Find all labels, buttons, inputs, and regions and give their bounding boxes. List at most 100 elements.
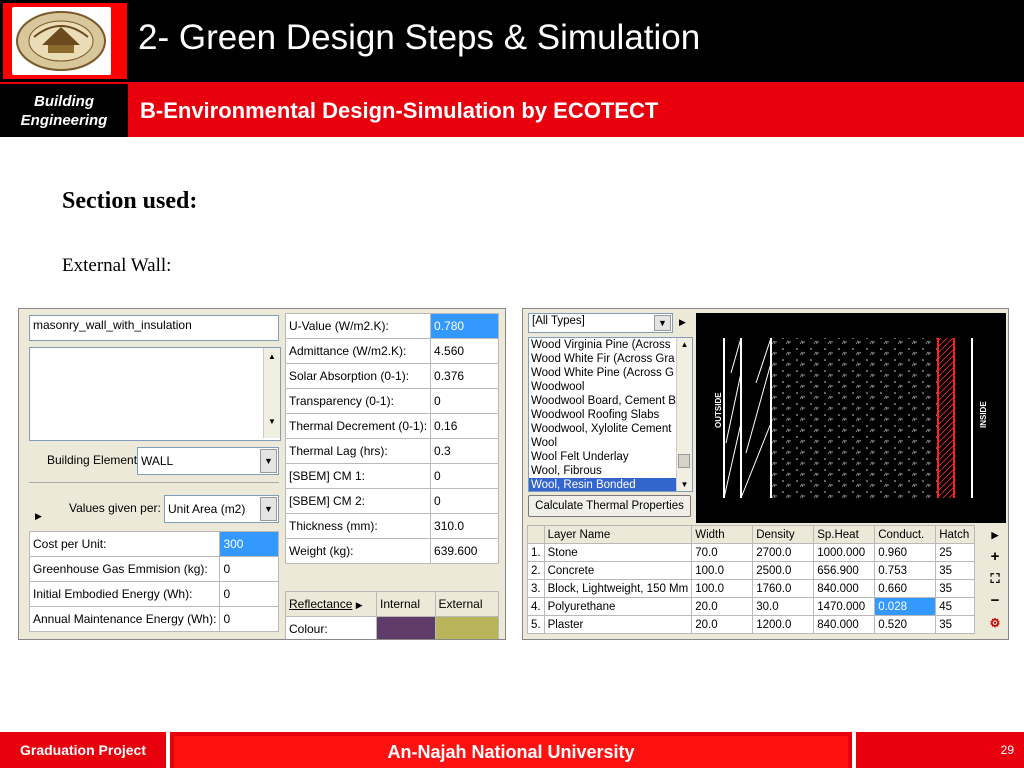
- list-item-selected[interactable]: Wool, Resin Bonded: [529, 478, 676, 491]
- column-header[interactable]: Density: [752, 525, 815, 544]
- layer-density[interactable]: 2700.0: [752, 543, 815, 562]
- property-value[interactable]: 0.376: [430, 363, 499, 389]
- table-row[interactable]: 1. Stone 70.0 2700.0 1000.000 0.960 25: [527, 543, 976, 562]
- cost-value[interactable]: 300: [219, 531, 279, 557]
- expand-icon[interactable]: ⛶: [987, 571, 1003, 587]
- section-heading: Section used:: [62, 188, 198, 214]
- description-scrollbar[interactable]: ▲ ▼: [263, 348, 280, 438]
- property-value[interactable]: 0.16: [430, 413, 499, 439]
- property-value[interactable]: 0.3: [430, 438, 499, 464]
- layer-hatch[interactable]: 35: [935, 615, 976, 634]
- scroll-down-icon[interactable]: ▼: [264, 417, 280, 426]
- property-value[interactable]: 0: [430, 388, 499, 414]
- layer-conduct[interactable]: 0.028: [874, 597, 937, 616]
- layer-name[interactable]: Concrete: [543, 561, 693, 580]
- table-row[interactable]: 3. Block, Lightweight, 150 Mm 100.0 1760…: [527, 579, 976, 598]
- list-item[interactable]: Wool: [529, 436, 676, 450]
- layer-name[interactable]: Stone: [543, 543, 693, 562]
- column-header[interactable]: Layer Name: [543, 525, 693, 544]
- column-header[interactable]: Sp.Heat: [813, 525, 876, 544]
- internal-colour-swatch[interactable]: [376, 616, 436, 639]
- property-value[interactable]: 0.780: [430, 313, 499, 339]
- list-item[interactable]: Woodwool Board, Cement B: [529, 394, 676, 408]
- layer-conduct[interactable]: 0.960: [874, 543, 937, 562]
- layer-width[interactable]: 70.0: [691, 543, 754, 562]
- values-given-per-select[interactable]: Unit Area (m2) ▼: [164, 495, 279, 523]
- list-item[interactable]: Wood Virginia Pine (Across: [529, 338, 676, 352]
- scroll-down-icon[interactable]: ▼: [677, 480, 692, 489]
- layer-conduct[interactable]: 0.753: [874, 561, 937, 580]
- description-textarea[interactable]: ▲ ▼: [29, 347, 281, 441]
- chevron-right-icon[interactable]: ▶: [679, 317, 686, 328]
- cost-label: Initial Embodied Energy (Wh):: [28, 581, 221, 607]
- chevron-down-icon[interactable]: ▼: [260, 449, 277, 473]
- layer-density[interactable]: 30.0: [752, 597, 815, 616]
- column-header[interactable]: Width: [691, 525, 754, 544]
- layer-name[interactable]: Polyurethane: [543, 597, 693, 616]
- scroll-up-icon[interactable]: ▲: [264, 352, 280, 361]
- table-row[interactable]: 4. Polyurethane 20.0 30.0 1470.000 0.028…: [527, 597, 976, 616]
- layer-width[interactable]: 20.0: [691, 597, 754, 616]
- table-row[interactable]: 5. Plaster 20.0 1200.0 840.000 0.520 35: [527, 615, 976, 634]
- chevron-down-icon[interactable]: ▼: [654, 315, 671, 331]
- layer-number: 5.: [527, 615, 545, 634]
- remove-layer-icon[interactable]: −: [987, 593, 1003, 609]
- list-item[interactable]: Woodwool: [529, 380, 676, 394]
- list-item[interactable]: Wood White Pine (Across G: [529, 366, 676, 380]
- scroll-thumb[interactable]: [678, 454, 690, 468]
- column-header[interactable]: Hatch: [935, 525, 976, 544]
- external-colour-swatch[interactable]: [434, 616, 499, 639]
- property-value[interactable]: 0: [430, 488, 499, 514]
- chevron-down-icon[interactable]: ▼: [260, 497, 277, 521]
- layer-spheat[interactable]: 1470.000: [813, 597, 876, 616]
- building-element-select[interactable]: WALL ▼: [137, 447, 279, 475]
- layer-hatch[interactable]: 35: [935, 579, 976, 598]
- property-value[interactable]: 310.0: [430, 513, 499, 539]
- property-value[interactable]: 639.600: [430, 538, 499, 564]
- layer-conduct[interactable]: 0.660: [874, 579, 937, 598]
- material-type-filter[interactable]: [All Types] ▼: [528, 313, 673, 333]
- layer-spheat[interactable]: 840.000: [813, 579, 876, 598]
- list-item[interactable]: Wool Felt Underlay: [529, 450, 676, 464]
- layer-conduct[interactable]: 0.520: [874, 615, 937, 634]
- scroll-up-icon[interactable]: ▲: [677, 340, 692, 349]
- layers-table: Layer Name Width Density Sp.Heat Conduct…: [527, 525, 976, 634]
- cost-value[interactable]: 0: [219, 556, 279, 582]
- list-item[interactable]: Woodwool Roofing Slabs: [529, 408, 676, 422]
- layer-name[interactable]: Plaster: [543, 615, 693, 634]
- layer-hatch[interactable]: 25: [935, 543, 976, 562]
- element-name-field[interactable]: masonry_wall_with_insulation: [29, 315, 279, 341]
- list-item[interactable]: Wood White Fir (Across Gra: [529, 352, 676, 366]
- property-label: Thermal Decrement (0-1):: [284, 413, 432, 439]
- reflectance-tab[interactable]: Reflectance ▶: [285, 591, 377, 617]
- department-line-2: Engineering: [20, 111, 108, 129]
- property-value[interactable]: 4.560: [430, 338, 499, 364]
- list-item[interactable]: Woodwool, Xylolite Cement: [529, 422, 676, 436]
- layer-density[interactable]: 2500.0: [752, 561, 815, 580]
- table-row[interactable]: 2. Concrete 100.0 2500.0 656.900 0.753 3…: [527, 561, 976, 580]
- layer-width[interactable]: 20.0: [691, 615, 754, 634]
- expand-arrow-icon[interactable]: ▶: [35, 511, 42, 522]
- cost-value[interactable]: 0: [219, 581, 279, 607]
- layer-spheat[interactable]: 1000.000: [813, 543, 876, 562]
- column-header[interactable]: Conduct.: [874, 525, 937, 544]
- layer-name[interactable]: Block, Lightweight, 150 Mm: [543, 579, 693, 598]
- calculate-thermal-properties-button[interactable]: Calculate Thermal Properties: [528, 495, 691, 517]
- list-item[interactable]: Wool, Fibrous: [529, 464, 676, 478]
- layer-width[interactable]: 100.0: [691, 561, 754, 580]
- layer-spheat[interactable]: 840.000: [813, 615, 876, 634]
- chevron-right-icon[interactable]: ▶: [987, 527, 1003, 543]
- layer-width[interactable]: 100.0: [691, 579, 754, 598]
- layer-hatch[interactable]: 35: [935, 561, 976, 580]
- layer-spheat[interactable]: 656.900: [813, 561, 876, 580]
- material-list[interactable]: Wood Virginia Pine (Across Wood White Fi…: [528, 337, 693, 492]
- layer-hatch[interactable]: 45: [935, 597, 976, 616]
- layer-density[interactable]: 1200.0: [752, 615, 815, 634]
- property-value[interactable]: 0: [430, 463, 499, 489]
- material-list-scrollbar[interactable]: ▲ ▼: [676, 338, 692, 491]
- cost-value[interactable]: 0: [219, 606, 279, 632]
- layer-number: 4.: [527, 597, 545, 616]
- layer-density[interactable]: 1760.0: [752, 579, 815, 598]
- add-layer-icon[interactable]: +: [987, 549, 1003, 565]
- settings-icon[interactable]: ⚙: [987, 615, 1003, 631]
